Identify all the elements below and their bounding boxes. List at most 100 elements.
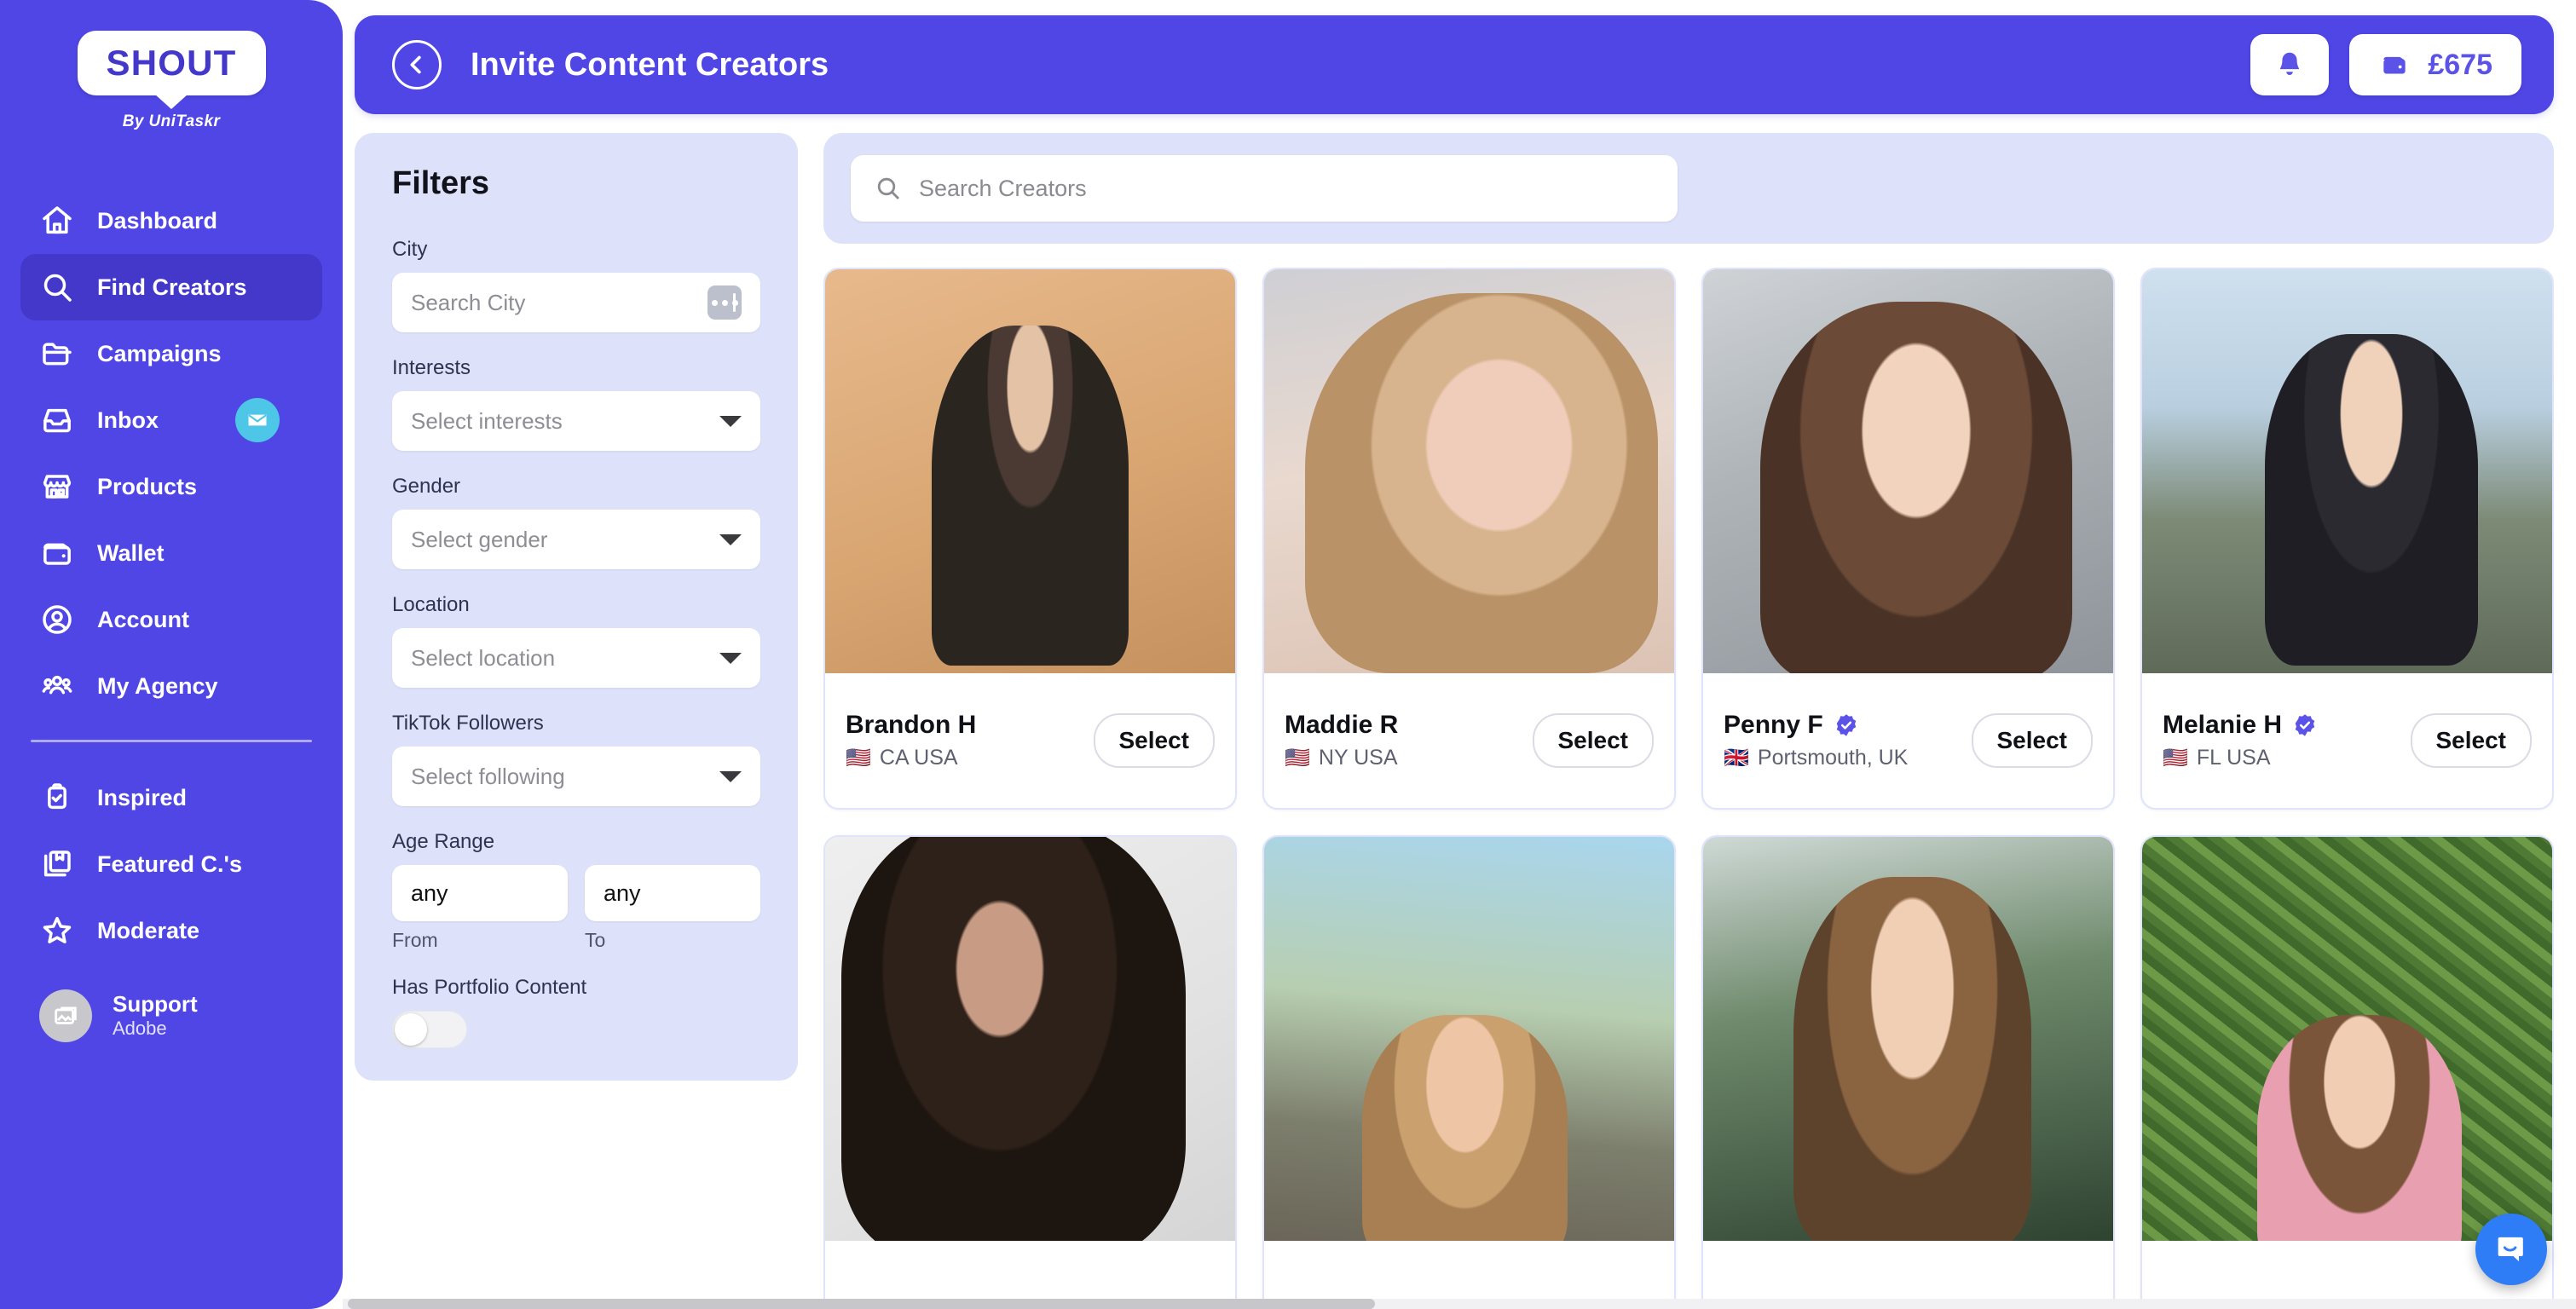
sidebar-item-label: Featured C.'s: [97, 851, 242, 877]
wallet-icon: [2383, 56, 2406, 74]
sidebar-item-label: Products: [97, 473, 198, 499]
chevron-down-icon: [719, 415, 742, 427]
filter-age-range-label: Age Range: [392, 830, 495, 853]
city-input-placeholder: Search City: [411, 289, 526, 315]
filter-city: City Search City: [392, 238, 760, 332]
select-creator-button[interactable]: Select: [2410, 713, 2532, 768]
back-button[interactable]: [392, 40, 442, 89]
interests-select[interactable]: Select interests: [392, 391, 760, 451]
bell-icon: [2280, 52, 2300, 76]
select-creator-button[interactable]: Select: [1093, 713, 1215, 768]
sidebar-item-campaigns[interactable]: Campaigns: [20, 320, 322, 387]
creator-card[interactable]: [1701, 835, 2115, 1309]
location-select[interactable]: Select location: [392, 628, 760, 688]
verified-badge-icon: [1834, 712, 1859, 738]
country-flag-icon: 🇺🇸: [2163, 746, 2188, 770]
age-from-caption: From: [392, 929, 438, 951]
app-root: SHOUT By UniTaskr Dashboard Find Creator…: [0, 0, 2576, 1309]
sidebar-item-my-agency[interactable]: My Agency: [20, 653, 322, 719]
search-icon: [877, 177, 899, 199]
creator-meta: Brandon H 🇺🇸 CA USA Select: [825, 673, 1235, 808]
arrow-left-icon: [410, 55, 421, 74]
age-to-input[interactable]: any: [585, 865, 760, 921]
creator-card[interactable]: [1262, 835, 1676, 1309]
has-portfolio-toggle[interactable]: [392, 1011, 467, 1048]
sidebar-item-moderate[interactable]: Moderate: [20, 897, 322, 964]
sidebar-item-account[interactable]: Account: [20, 586, 322, 653]
interests-select-value: Select interests: [411, 407, 563, 434]
creator-location: NY USA: [1318, 746, 1398, 770]
sidebar-item-inspired[interactable]: Inspired: [20, 764, 322, 831]
sidebar-item-label: My Agency: [97, 672, 218, 699]
creator-photo: [2142, 269, 2552, 673]
city-input[interactable]: Search City: [392, 273, 760, 332]
page-header: Invite Content Creators £675: [355, 15, 2554, 114]
creator-card[interactable]: Penny F 🇬🇧 Portsmouth, UK Select: [1701, 268, 2115, 810]
folder-icon: [39, 336, 75, 372]
logo-tagline: By UniTaskr: [122, 112, 221, 130]
wallet-balance-button[interactable]: £675: [2349, 34, 2521, 95]
sidebar-item-find-creators[interactable]: Find Creators: [20, 254, 322, 320]
creator-name: Brandon H: [846, 711, 977, 739]
home-icon: [39, 203, 75, 239]
country-flag-icon: 🇺🇸: [846, 746, 871, 770]
creator-photo: [1264, 269, 1674, 673]
sidebar-item-dashboard[interactable]: Dashboard: [20, 187, 322, 254]
logo-bubble: SHOUT: [77, 31, 266, 95]
envelope-icon: [248, 414, 267, 426]
creator-card[interactable]: Maddie R 🇺🇸 NY USA Select: [1262, 268, 1676, 810]
select-creator-button[interactable]: Select: [1971, 713, 2093, 768]
filter-location: Location Select location: [392, 593, 760, 688]
sidebar-item-label: Wallet: [97, 539, 165, 566]
sidebar-item-wallet[interactable]: Wallet: [20, 520, 322, 586]
scrollbar-thumb[interactable]: [348, 1299, 1376, 1309]
chevron-down-icon: [719, 652, 742, 664]
creator-photo: [825, 837, 1235, 1241]
search-input-placeholder: Search Creators: [919, 175, 1087, 201]
creator-name: Maddie R: [1285, 711, 1399, 739]
horizontal-scrollbar[interactable]: [343, 1299, 2576, 1309]
sidebar-item-products[interactable]: Products: [20, 453, 322, 520]
verified-badge-icon: [2292, 712, 2318, 738]
age-from-input[interactable]: any: [392, 865, 568, 921]
creator-meta: Melanie H 🇺🇸 FL USA Select: [2142, 673, 2552, 808]
sidebar-item-label: Find Creators: [97, 274, 247, 300]
toggle-knob: [395, 1013, 427, 1046]
search-bar-container: Search Creators: [823, 133, 2554, 244]
sidebar-item-label: Inspired: [97, 784, 188, 810]
creator-card[interactable]: Melanie H 🇺🇸 FL USA Select: [2140, 268, 2554, 810]
location-select-value: Select location: [411, 644, 556, 671]
sidebar-divider: [31, 740, 312, 742]
country-flag-icon: 🇬🇧: [1724, 746, 1749, 770]
creator-card[interactable]: Brandon H 🇺🇸 CA USA Select: [823, 268, 1237, 810]
select-creator-button[interactable]: Select: [1532, 713, 1654, 768]
wallet-amount: £675: [2428, 48, 2492, 81]
store-icon: [39, 469, 75, 505]
gender-select[interactable]: Select gender: [392, 510, 760, 569]
sidebar-item-label: Inbox: [97, 407, 159, 433]
chat-widget-button[interactable]: [2475, 1214, 2547, 1285]
sidebar-item-featured-creators[interactable]: Featured C.'s: [20, 831, 322, 897]
tiktok-followers-select[interactable]: Select following: [392, 747, 760, 806]
support-name: Support: [113, 990, 198, 1017]
search-input[interactable]: Search Creators: [851, 155, 1678, 222]
creator-card[interactable]: [823, 835, 1237, 1309]
creator-grid: Brandon H 🇺🇸 CA USA Select Maddie R 🇺🇸 NY USA S…: [823, 268, 2554, 1309]
results-panel: Search Creators Brandon H 🇺🇸 CA USA Select M…: [823, 133, 2554, 1309]
filter-age-range: Age Range any From any To: [392, 830, 760, 952]
filter-has-portfolio: Has Portfolio Content: [392, 976, 760, 1048]
page-title: Invite Content Creators: [471, 46, 829, 83]
more-options-icon[interactable]: [708, 285, 742, 320]
inbox-unread-badge[interactable]: [235, 398, 280, 442]
filter-interests: Interests Select interests: [392, 356, 760, 451]
support-org: Adobe: [113, 1018, 167, 1040]
image-placeholder-icon: [39, 989, 92, 1042]
support-account[interactable]: Support Adobe: [20, 989, 322, 1042]
notifications-button[interactable]: [2250, 34, 2330, 95]
sidebar-item-inbox[interactable]: Inbox: [20, 387, 322, 453]
chevron-down-icon: [719, 770, 742, 782]
main-area: Invite Content Creators £675 Filters Cit…: [343, 0, 2576, 1309]
creator-name: Melanie H: [2163, 711, 2283, 739]
clipboard-check-icon: [39, 780, 75, 816]
filter-city-label: City: [392, 238, 428, 261]
